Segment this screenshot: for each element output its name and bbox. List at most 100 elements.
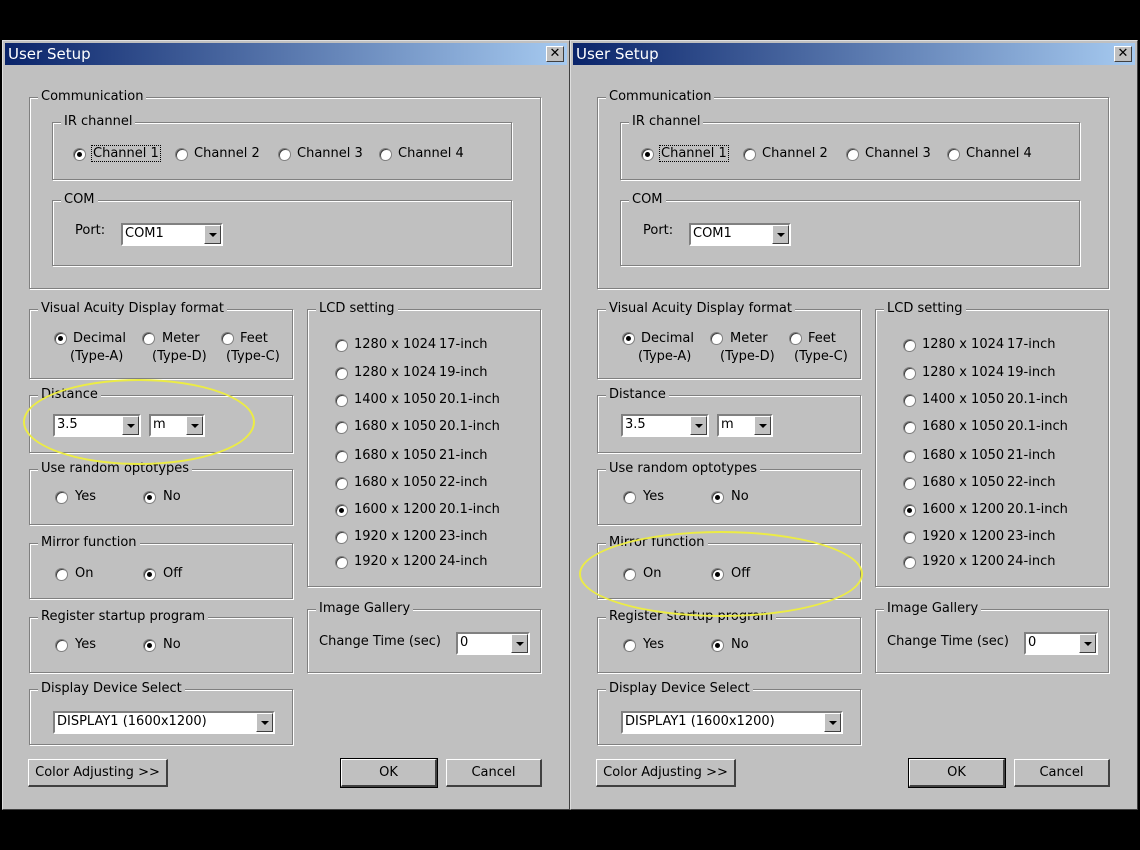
color-adjusting-button[interactable]: Color Adjusting >>: [28, 759, 168, 787]
radio-lcd-1[interactable]: [335, 339, 348, 352]
chevron-down-icon[interactable]: [122, 416, 139, 435]
cancel-button[interactable]: Cancel: [1014, 759, 1110, 787]
display-device-select[interactable]: DISPLAY1 (1600x1200): [53, 711, 275, 734]
lcd-size-label[interactable]: 23-inch: [439, 529, 487, 544]
lcd-size-label[interactable]: 19-inch: [1007, 365, 1055, 380]
lcd-size-label[interactable]: 20.1-inch: [439, 419, 500, 434]
chevron-down-icon[interactable]: [772, 225, 789, 244]
title-bar[interactable]: User Setup ✕: [5, 43, 567, 65]
radio-channel-1[interactable]: [73, 148, 86, 161]
radio-channel-1-label[interactable]: Channel 1: [92, 146, 160, 161]
radio-channel-2[interactable]: [175, 148, 188, 161]
chevron-down-icon[interactable]: [1079, 634, 1096, 653]
radio-lcd-4[interactable]: [335, 421, 348, 434]
radio-feet[interactable]: [789, 332, 802, 345]
radio-random-no-label[interactable]: No: [731, 489, 749, 504]
radio-channel-4-label[interactable]: Channel 4: [966, 146, 1032, 161]
radio-mirror-on[interactable]: [55, 568, 68, 581]
lcd-resolution-label[interactable]: 1920 x 1200: [922, 554, 1004, 569]
radio-meter-label[interactable]: Meter: [162, 331, 200, 346]
lcd-size-label[interactable]: 20.1-inch: [439, 502, 500, 517]
lcd-size-label[interactable]: 21-inch: [439, 448, 487, 463]
radio-random-no[interactable]: [711, 491, 724, 504]
radio-random-yes-label[interactable]: Yes: [643, 489, 664, 504]
lcd-size-label[interactable]: 23-inch: [1007, 529, 1055, 544]
radio-channel-3[interactable]: [278, 148, 291, 161]
radio-random-yes[interactable]: [623, 491, 636, 504]
lcd-size-label[interactable]: 20.1-inch: [1007, 502, 1068, 517]
chevron-down-icon[interactable]: [754, 416, 771, 435]
radio-startup-yes-label[interactable]: Yes: [75, 637, 96, 652]
lcd-resolution-label[interactable]: 1680 x 1050: [354, 419, 436, 434]
radio-random-yes[interactable]: [55, 491, 68, 504]
lcd-size-label[interactable]: 17-inch: [439, 337, 487, 352]
lcd-resolution-label[interactable]: 1920 x 1200: [354, 554, 436, 569]
radio-startup-yes[interactable]: [55, 639, 68, 652]
radio-channel-4-label[interactable]: Channel 4: [398, 146, 464, 161]
lcd-size-label[interactable]: 20.1-inch: [1007, 419, 1068, 434]
lcd-resolution-label[interactable]: 1680 x 1050: [922, 448, 1004, 463]
radio-startup-yes-label[interactable]: Yes: [643, 637, 664, 652]
lcd-resolution-label[interactable]: 1680 x 1050: [922, 475, 1004, 490]
radio-lcd-2[interactable]: [903, 367, 916, 380]
lcd-resolution-label[interactable]: 1600 x 1200: [354, 502, 436, 517]
lcd-size-label[interactable]: 20.1-inch: [439, 392, 500, 407]
radio-random-yes-label[interactable]: Yes: [75, 489, 96, 504]
chevron-down-icon[interactable]: [256, 713, 273, 732]
change-time-select[interactable]: 0: [456, 632, 530, 655]
lcd-resolution-label[interactable]: 1400 x 1050: [922, 392, 1004, 407]
radio-channel-1[interactable]: [641, 148, 654, 161]
radio-feet[interactable]: [221, 332, 234, 345]
lcd-resolution-label[interactable]: 1280 x 1024: [354, 365, 436, 380]
lcd-size-label[interactable]: 19-inch: [439, 365, 487, 380]
radio-lcd-3[interactable]: [335, 394, 348, 407]
radio-channel-3-label[interactable]: Channel 3: [297, 146, 363, 161]
radio-startup-no-label[interactable]: No: [731, 637, 749, 652]
radio-lcd-6[interactable]: [335, 477, 348, 490]
close-button[interactable]: ✕: [546, 46, 564, 62]
radio-random-no-label[interactable]: No: [163, 489, 181, 504]
lcd-size-label[interactable]: 21-inch: [1007, 448, 1055, 463]
lcd-resolution-label[interactable]: 1280 x 1024: [922, 337, 1004, 352]
radio-lcd-9[interactable]: [335, 556, 348, 569]
chevron-down-icon[interactable]: [690, 416, 707, 435]
chevron-down-icon[interactable]: [186, 416, 203, 435]
radio-lcd-8[interactable]: [903, 531, 916, 544]
lcd-resolution-label[interactable]: 1600 x 1200: [922, 502, 1004, 517]
change-time-select[interactable]: 0: [1024, 632, 1098, 655]
radio-lcd-5[interactable]: [903, 450, 916, 463]
radio-channel-3[interactable]: [846, 148, 859, 161]
lcd-resolution-label[interactable]: 1680 x 1050: [354, 448, 436, 463]
radio-decimal[interactable]: [54, 332, 67, 345]
chevron-down-icon[interactable]: [824, 713, 841, 732]
lcd-size-label[interactable]: 17-inch: [1007, 337, 1055, 352]
radio-channel-2[interactable]: [743, 148, 756, 161]
radio-startup-no[interactable]: [143, 639, 156, 652]
radio-lcd-9[interactable]: [903, 556, 916, 569]
radio-meter-label[interactable]: Meter: [730, 331, 768, 346]
distance-unit-select[interactable]: m: [149, 414, 205, 437]
display-device-select[interactable]: DISPLAY1 (1600x1200): [621, 711, 843, 734]
radio-channel-4[interactable]: [947, 148, 960, 161]
radio-decimal-label[interactable]: Decimal: [73, 331, 126, 346]
chevron-down-icon[interactable]: [204, 225, 221, 244]
radio-lcd-3[interactable]: [903, 394, 916, 407]
distance-value-select[interactable]: 3.5: [53, 414, 141, 437]
radio-lcd-2[interactable]: [335, 367, 348, 380]
radio-feet-label[interactable]: Feet: [240, 331, 268, 346]
radio-feet-label[interactable]: Feet: [808, 331, 836, 346]
radio-meter[interactable]: [142, 332, 155, 345]
lcd-size-label[interactable]: 22-inch: [439, 475, 487, 490]
port-select[interactable]: COM1: [689, 223, 791, 246]
lcd-resolution-label[interactable]: 1920 x 1200: [354, 529, 436, 544]
radio-lcd-7[interactable]: [903, 504, 916, 517]
radio-lcd-4[interactable]: [903, 421, 916, 434]
radio-mirror-off[interactable]: [711, 568, 724, 581]
ok-button[interactable]: OK: [341, 759, 437, 787]
radio-decimal[interactable]: [622, 332, 635, 345]
port-select[interactable]: COM1: [121, 223, 223, 246]
lcd-resolution-label[interactable]: 1680 x 1050: [354, 475, 436, 490]
radio-channel-1-label[interactable]: Channel 1: [660, 146, 728, 161]
radio-mirror-off-label[interactable]: Off: [163, 566, 182, 581]
distance-value-select[interactable]: 3.5: [621, 414, 709, 437]
